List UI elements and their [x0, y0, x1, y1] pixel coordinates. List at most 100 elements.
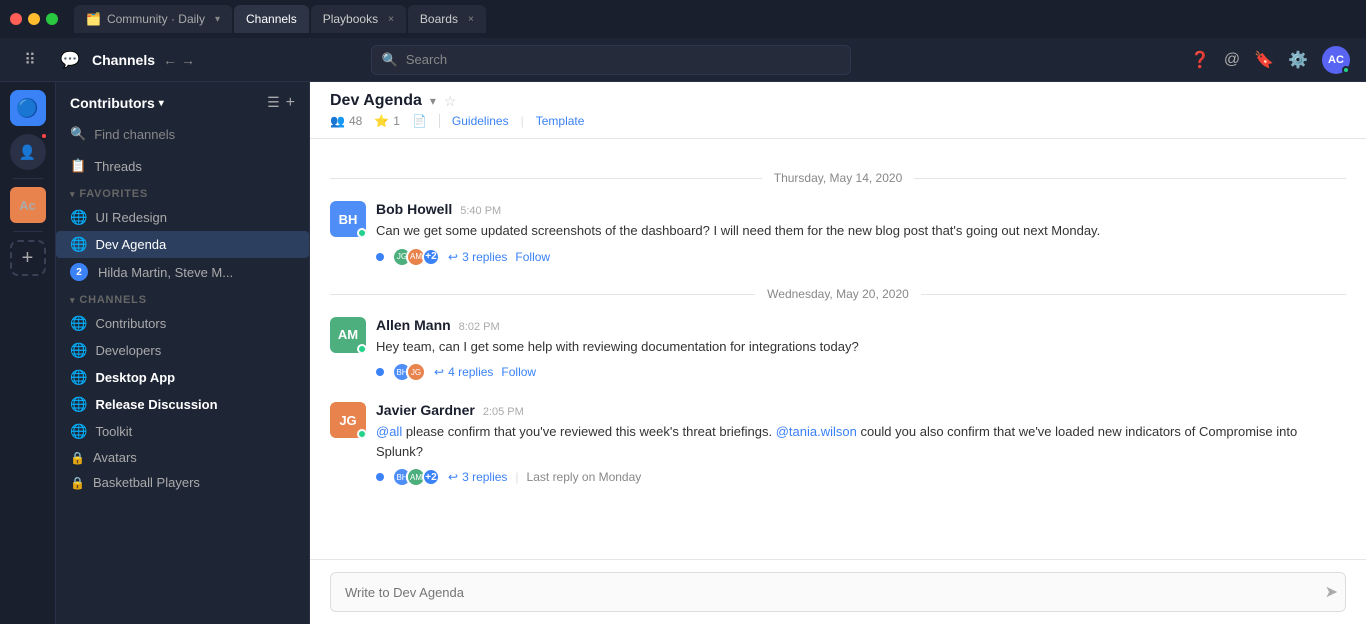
app-tab[interactable]: 🗂️ Community · Daily ▾	[74, 5, 232, 33]
reply-avatar-d: JG	[406, 362, 426, 382]
msg-body-3: Javier Gardner 2:05 PM @all please confi…	[376, 402, 1346, 487]
main-layout: 🔵 👤 Ac + Contributors ▾ ☰ + 🔍 Find chann…	[0, 82, 1366, 624]
msg-actions-2: BH JG ↩ 4 replies Follow	[376, 362, 1346, 382]
sidebar-item-avatars[interactable]: 🔒 Avatars	[56, 445, 309, 470]
icon-sidebar: 🔵 👤 Ac +	[0, 82, 56, 624]
lock-icon2: 🔒	[70, 476, 85, 490]
filter-icon[interactable]: ☰	[267, 94, 280, 112]
sidebar-item-contributors[interactable]: 🌐 Contributors	[56, 310, 309, 337]
online-indicator	[1342, 66, 1350, 74]
channel-globe-icon4: 🌐	[70, 342, 87, 359]
message-input[interactable]	[330, 572, 1346, 612]
online-indicator-3	[357, 429, 366, 438]
minimize-button[interactable]	[28, 13, 40, 25]
reply-count-badge-3: +2	[422, 468, 440, 486]
channel-globe-icon6: 🌐	[70, 396, 87, 413]
reply-separator: |	[515, 470, 518, 484]
sidebar-item-hilda-martin[interactable]: 2 Hilda Martin, Steve M...	[56, 258, 309, 286]
members-count: 48	[349, 114, 362, 128]
mention-all[interactable]: @all	[376, 424, 402, 439]
tab-boards-close[interactable]: ×	[468, 14, 474, 25]
msg-header-1: Bob Howell 5:40 PM	[376, 201, 1346, 217]
find-channels[interactable]: 🔍 Find channels	[56, 120, 309, 152]
channel-star-icon[interactable]: ☆	[444, 93, 457, 110]
replies-link-3[interactable]: ↩ 3 replies	[448, 470, 507, 484]
members-icon: 👥	[330, 114, 345, 128]
sidebar-item-label: Dev Agenda	[95, 237, 166, 252]
channel-globe-icon3: 🌐	[70, 315, 87, 332]
sidebar-item-developers[interactable]: 🌐 Developers	[56, 337, 309, 364]
settings-icon[interactable]: ⚙️	[1288, 50, 1308, 70]
find-channels-label: Find channels	[94, 127, 175, 142]
section-channels-label[interactable]: ▾ CHANNELS	[56, 286, 309, 310]
window-controls	[10, 13, 58, 25]
reply-icon-1: ↩	[448, 250, 458, 264]
sidebar-item-basketball-players[interactable]: 🔒 Basketball Players	[56, 470, 309, 495]
channel-sidebar: Contributors ▾ ☰ + 🔍 Find channels 📋 Thr…	[56, 82, 310, 624]
channel-dropdown-icon[interactable]: ▾	[430, 94, 436, 108]
meta-divider	[439, 114, 440, 128]
messages-area[interactable]: Thursday, May 14, 2020 BH Bob Howell 5:4…	[310, 139, 1366, 559]
sidebar-item-release-discussion[interactable]: 🌐 Release Discussion	[56, 391, 309, 418]
sidebar-item-desktop-app[interactable]: 🌐 Desktop App	[56, 364, 309, 391]
channel-globe-icon5: 🌐	[70, 369, 87, 386]
sidebar-nav-threads[interactable]: 📋 Threads	[56, 152, 309, 180]
tab-playbooks[interactable]: Playbooks ×	[311, 5, 406, 33]
search-icon: 🔍	[382, 52, 398, 68]
message-input-wrapper: ➤	[330, 572, 1346, 612]
add-channel-icon[interactable]: +	[286, 94, 295, 112]
msg-author-3: Javier Gardner	[376, 402, 475, 418]
maximize-button[interactable]	[46, 13, 58, 25]
channel-header: Dev Agenda ▾ ☆ 👥 48 ⭐ 1 📄 Guidelines |	[310, 82, 1366, 139]
msg-header-2: Allen Mann 8:02 PM	[376, 317, 1346, 333]
sidebar-item-toolkit[interactable]: 🌐 Toolkit	[56, 418, 309, 445]
channel-globe-icon7: 🌐	[70, 423, 87, 440]
replies-link-1[interactable]: ↩ 3 replies	[448, 250, 507, 264]
tab-channels[interactable]: Channels	[234, 5, 309, 33]
threads-label: Threads	[94, 159, 142, 174]
thread-dot-1	[376, 253, 384, 261]
search-bar[interactable]: 🔍 Search	[371, 45, 851, 75]
tab-playbooks-close[interactable]: ×	[388, 14, 394, 25]
app-tab-label: Community · Daily	[107, 12, 205, 26]
msg-time-1: 5:40 PM	[460, 205, 501, 217]
add-workspace-button[interactable]: +	[10, 240, 46, 276]
mention-icon[interactable]: @	[1224, 51, 1240, 69]
send-button[interactable]: ➤	[1325, 582, 1338, 602]
doc-icon: 📄	[412, 114, 427, 128]
stars-count: 1	[393, 114, 400, 128]
tab-icon: 🗂️	[86, 12, 101, 26]
apps-grid-icon[interactable]: ⠿	[16, 46, 44, 74]
sidebar-divider2	[13, 231, 43, 232]
bookmark-icon[interactable]: 🔖	[1254, 50, 1274, 70]
tab-boards-label: Boards	[420, 12, 458, 26]
template-link[interactable]: Template	[536, 114, 585, 128]
tab-boards[interactable]: Boards ×	[408, 5, 486, 33]
workspace-name[interactable]: Contributors ▾	[70, 95, 164, 111]
help-icon[interactable]: ❓	[1190, 50, 1210, 70]
sidebar-item-label: Release Discussion	[95, 397, 217, 412]
members-meta: 👥 48	[330, 114, 362, 128]
main-content: Dev Agenda ▾ ☆ 👥 48 ⭐ 1 📄 Guidelines |	[310, 82, 1366, 624]
msg-body-2: Allen Mann 8:02 PM Hey team, can I get s…	[376, 317, 1346, 383]
tab-playbooks-label: Playbooks	[323, 12, 378, 26]
sidebar-icon-profile[interactable]: 👤	[10, 134, 46, 170]
sidebar-icon-app[interactable]: 🔵	[10, 90, 46, 126]
msg-body-1: Bob Howell 5:40 PM Can we get some updat…	[376, 201, 1346, 267]
channel-name: Dev Agenda	[330, 92, 422, 110]
user-avatar[interactable]: AC	[1322, 46, 1350, 74]
mention-tania[interactable]: @tania.wilson	[776, 424, 857, 439]
guidelines-link[interactable]: Guidelines	[452, 114, 509, 128]
nav-back[interactable]: ←	[163, 52, 177, 68]
sidebar-item-dev-agenda[interactable]: 🌐 Dev Agenda	[56, 231, 309, 258]
sidebar-item-label: Hilda Martin, Steve M...	[98, 265, 233, 280]
close-button[interactable]	[10, 13, 22, 25]
date-divider-1: Thursday, May 14, 2020	[330, 171, 1346, 185]
nav-forward[interactable]: →	[181, 52, 195, 68]
replies-link-2[interactable]: ↩ 4 replies	[434, 365, 493, 379]
follow-btn-2[interactable]: Follow	[501, 363, 536, 381]
follow-btn-1[interactable]: Follow	[515, 248, 550, 266]
sidebar-icon-ac[interactable]: Ac	[10, 187, 46, 223]
section-favorites-label[interactable]: ▾ FAVORITES	[56, 180, 309, 204]
sidebar-item-ui-redesign[interactable]: 🌐 UI Redesign	[56, 204, 309, 231]
